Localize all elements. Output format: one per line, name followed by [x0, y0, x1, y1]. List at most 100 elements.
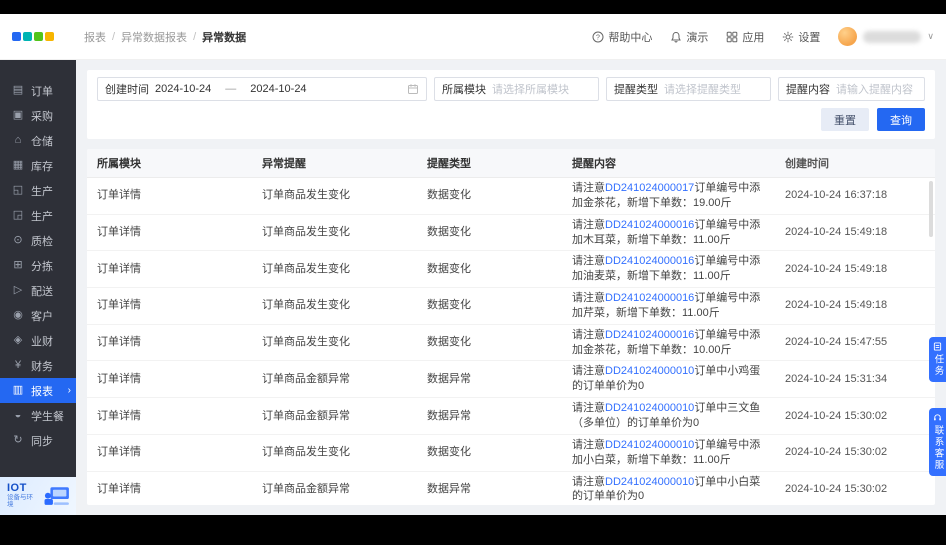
- column-type: 提醒类型: [417, 149, 562, 177]
- sidebar-item-label: 库存: [31, 158, 53, 174]
- cell-time: 2024-10-24 15:47:55: [775, 332, 935, 353]
- sidebar-item-inventory[interactable]: ▦ 库存: [0, 153, 76, 178]
- cell-type: 数据变化: [417, 332, 562, 353]
- cell-type: 数据异常: [417, 406, 562, 427]
- table-row[interactable]: 订单详情 订单商品金额异常 数据异常 请注意DD241024000010订单中三…: [87, 398, 935, 435]
- sidebar-item-sorting[interactable]: ⊞分拣: [0, 253, 76, 278]
- sidebar-item-customers[interactable]: ◉客户: [0, 303, 76, 328]
- delivery-icon: ▷: [12, 285, 24, 296]
- sidebar-item-label: 采购: [31, 108, 53, 124]
- inventory-icon: ▦: [12, 160, 24, 171]
- table-row[interactable]: 订单详情 订单商品发生变化 数据变化 请注意DD241024000010订单编号…: [87, 435, 935, 472]
- order-link[interactable]: DD241024000010: [605, 365, 694, 377]
- help-center-button[interactable]: ? 帮助中心: [592, 29, 652, 45]
- table-row[interactable]: 订单详情 订单商品发生变化 数据变化 请注意DD241024000016订单编号…: [87, 215, 935, 252]
- apps-button[interactable]: 应用: [726, 29, 764, 45]
- student-meals-icon: ◒: [12, 410, 24, 421]
- scrollbar[interactable]: [929, 181, 933, 237]
- sidebar-item-business-finance[interactable]: ◈业财: [0, 328, 76, 353]
- sidebar-item-orders[interactable]: ▤订单: [0, 78, 76, 103]
- content-filter-label: 提醒内容: [786, 81, 830, 97]
- contact-service-tab[interactable]: 联系客服: [929, 408, 946, 476]
- table-row[interactable]: 订单详情 订单商品发生变化 数据变化 请注意DD241024000016订单编号…: [87, 251, 935, 288]
- cell-type: 数据变化: [417, 185, 562, 206]
- sync-icon: ↻: [12, 435, 24, 446]
- table-row[interactable]: 订单详情 订单商品金额异常 数据异常 请注意DD241024000010订单中小…: [87, 361, 935, 398]
- tasks-tab[interactable]: 任务: [929, 337, 946, 382]
- table-row[interactable]: 订单详情 订单商品金额异常 数据异常 请注意DD241024000010订单中小…: [87, 472, 935, 506]
- data-table: 所属模块 异常提醒 提醒类型 提醒内容 创建时间 订单详情 订单商品发生变化 数…: [87, 149, 935, 505]
- date-filter-label: 创建时间: [105, 81, 149, 97]
- cell-content: 请注意DD241024000016订单编号中添加金茶花，新增下单数：10.00斤: [562, 325, 775, 361]
- order-link[interactable]: DD241024000010: [605, 439, 694, 451]
- sidebar-item-delivery[interactable]: ▷ 配送: [0, 278, 76, 303]
- headset-icon: [933, 413, 942, 422]
- query-button[interactable]: 查询: [877, 108, 925, 131]
- bell-icon: [670, 31, 682, 43]
- user-menu[interactable]: ∨: [838, 27, 934, 46]
- cell-type: 数据变化: [417, 295, 562, 316]
- sidebar-item-sync[interactable]: ↻同步: [0, 428, 76, 453]
- column-module: 所属模块: [87, 149, 252, 177]
- app-logo[interactable]: [12, 32, 54, 41]
- warehouse-icon: ⌂: [12, 135, 24, 146]
- sidebar-item-label: 客户: [31, 308, 53, 324]
- sidebar-item-quality[interactable]: ⊙质检: [0, 228, 76, 253]
- cell-alert: 订单商品金额异常: [252, 369, 417, 390]
- content-filter-input[interactable]: 提醒内容 请输入提醒内容: [778, 77, 925, 101]
- order-link[interactable]: DD241024000010: [605, 476, 694, 488]
- date-range-filter[interactable]: 创建时间 2024-10-24 — 2024-10-24: [97, 77, 427, 101]
- sidebar-item-label: 配送: [31, 283, 53, 299]
- settings-button[interactable]: 设置: [782, 29, 820, 45]
- breadcrumb-item-reports[interactable]: 报表: [84, 29, 106, 45]
- iot-widget[interactable]: IOT 设备与环境: [0, 477, 76, 515]
- iot-subtitle: 设备与环境: [7, 495, 38, 509]
- production-icon: ◱: [12, 185, 24, 196]
- sidebar-item-label: 生产: [31, 208, 53, 224]
- table-row[interactable]: 订单详情 订单商品发生变化 数据变化 请注意DD241024000016订单编号…: [87, 288, 935, 325]
- logo-block: [45, 32, 54, 41]
- type-filter-select[interactable]: 提醒类型 请选择提醒类型: [606, 77, 771, 101]
- sidebar-item-purchase[interactable]: ▣ 采购: [0, 103, 76, 128]
- svg-text:?: ?: [596, 34, 600, 41]
- order-link[interactable]: DD241024000010: [605, 402, 694, 414]
- sidebar-item-production-1[interactable]: ◱生产: [0, 178, 76, 203]
- bottom-letterbox: [0, 515, 946, 545]
- sidebar-item-student-meals[interactable]: ◒学生餐: [0, 403, 76, 428]
- module-filter-select[interactable]: 所属模块 请选择所属模块: [434, 77, 599, 101]
- demo-button[interactable]: 演示: [670, 29, 708, 45]
- reset-button[interactable]: 重置: [821, 108, 869, 131]
- iot-illustration: [42, 485, 72, 508]
- sidebar-item-finance[interactable]: ¥财务: [0, 353, 76, 378]
- column-time: 创建时间: [775, 149, 935, 177]
- cell-alert: 订单商品金额异常: [252, 479, 417, 500]
- order-link[interactable]: DD241024000016: [605, 255, 694, 267]
- breadcrumb-item-abnormal-report[interactable]: 异常数据报表: [121, 29, 187, 45]
- content-text: 请注意: [572, 292, 605, 304]
- column-content: 提醒内容: [562, 149, 775, 177]
- order-link[interactable]: DD241024000016: [605, 219, 694, 231]
- cell-time: 2024-10-24 15:49:18: [775, 222, 935, 243]
- order-link[interactable]: DD241024000017: [605, 182, 694, 194]
- cell-alert: 订单商品发生变化: [252, 259, 417, 280]
- sorting-icon: ⊞: [12, 260, 24, 271]
- cell-alert: 订单商品发生变化: [252, 442, 417, 463]
- table-row[interactable]: 订单详情 订单商品发生变化 数据变化 请注意DD241024000016订单编号…: [87, 325, 935, 362]
- sidebar-item-warehouse[interactable]: ⌂仓储: [0, 128, 76, 153]
- order-link[interactable]: DD241024000016: [605, 292, 694, 304]
- breadcrumb-separator: /: [112, 31, 115, 43]
- chevron-down-icon: ∨: [927, 31, 934, 42]
- sidebar-item-reports[interactable]: ▥报表›: [0, 378, 76, 403]
- avatar: [838, 27, 857, 46]
- task-icon: [933, 342, 942, 351]
- sidebar-item-label: 质检: [31, 233, 53, 249]
- cell-content: 请注意DD241024000010订单编号中添加小白菜，新增下单数：11.00斤: [562, 435, 775, 471]
- order-link[interactable]: DD241024000016: [605, 329, 694, 341]
- purchase-icon: ▣: [12, 110, 24, 121]
- cell-alert: 订单商品金额异常: [252, 406, 417, 427]
- table-row[interactable]: 订单详情 订单商品发生变化 数据变化 请注意DD241024000017订单编号…: [87, 178, 935, 215]
- screen: 报表 / 异常数据报表 / 异常数据 ? 帮助中心 演示 应用: [0, 0, 946, 545]
- cell-module: 订单详情: [87, 222, 252, 243]
- sidebar-item-production-2[interactable]: ◲生产: [0, 203, 76, 228]
- main-content: 创建时间 2024-10-24 — 2024-10-24 所属模块 请选择所属模…: [76, 60, 946, 515]
